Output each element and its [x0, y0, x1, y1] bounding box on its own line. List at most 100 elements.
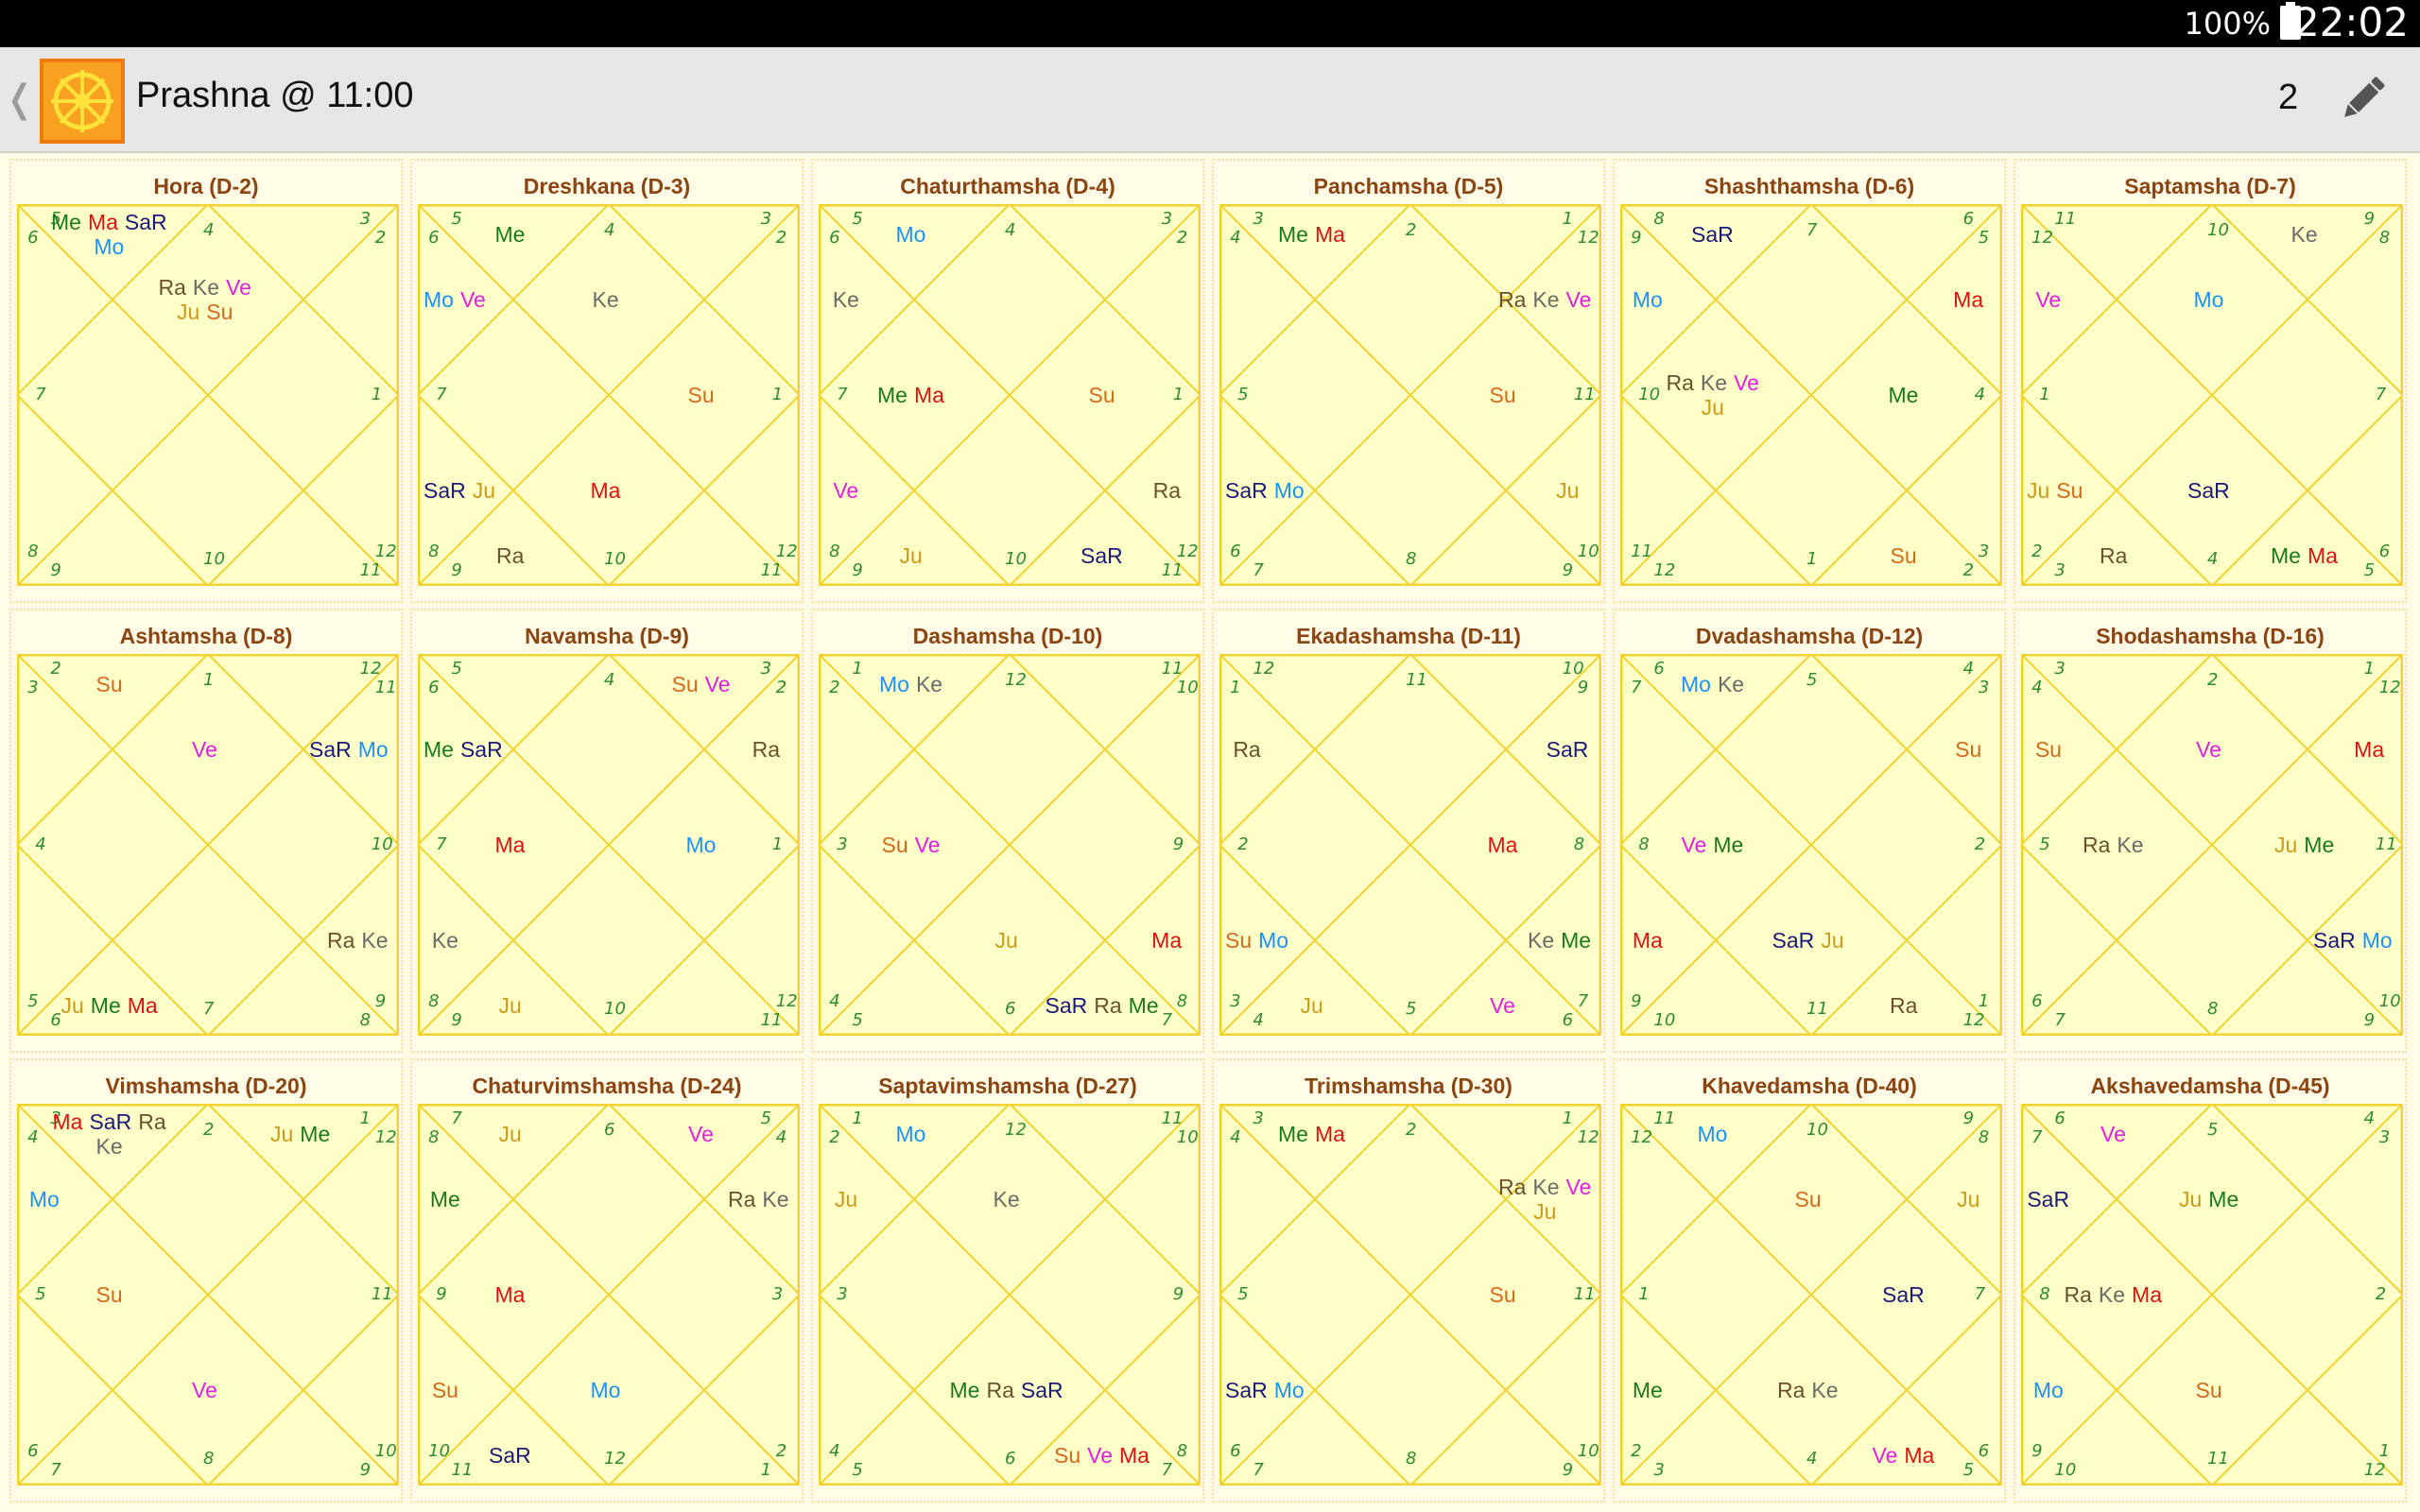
house-number: 11: [451, 1459, 474, 1480]
house-number: 2: [2375, 1284, 2387, 1304]
house-10-planets: Su: [1089, 383, 1122, 407]
planet-sar: SaR: [1772, 928, 1815, 953]
planet-ma: Ma: [127, 992, 158, 1018]
house-number: 2: [1237, 834, 1249, 854]
chart-panel[interactable]: Chaturthamsha (D-4) 5 3 4 6 2 7 1 8 10 12 9 11 Mo Ke Me…: [811, 159, 1204, 603]
house-10-planets: Ju Me: [2274, 833, 2341, 857]
house-number: 1: [852, 659, 863, 679]
planet-su: Su: [2056, 478, 2083, 503]
house-number: 12: [1653, 559, 1676, 580]
chart-panel[interactable]: Shashthamsha (D-6) 8 6 7 9 5 10 4 11 1 3 12 2 SaR Mo Ra…: [1613, 159, 2006, 603]
planet-ke: Ke: [1717, 672, 1745, 697]
planet-ju: Ju: [1701, 395, 1724, 420]
chart-title: Dashamsha (D-10): [912, 624, 1103, 648]
house-number: 8: [1406, 548, 1417, 569]
house-number: 4: [2031, 678, 2043, 698]
planet-ma: Ma: [52, 1109, 83, 1135]
chart-panel[interactable]: Hora (D-2) 5 3 4 6 2 7 1 8 10 12 9 11 Ra Ke Ve Ju Su Me Ma S…: [9, 159, 403, 603]
house-number: 8: [1978, 1127, 1990, 1148]
chart-panel[interactable]: Khavedamsha (D-40) 11 9 10 12 8 1 7 2 4 6 3 5 Su Mo Me R…: [1613, 1058, 2006, 1503]
house-number: 7: [1161, 1459, 1173, 1480]
chart-panel[interactable]: Navamsha (D-9) 5 3 4 6 2 7 1 8 10 12 9 11 Me SaR Ma Ke Ju…: [410, 609, 804, 1053]
house-number: 2: [374, 228, 387, 249]
chart-panel[interactable]: Saptavimshamsha (D-27) 1 11 12 2 10 3 9 4 6 8 5 7 Ke M…: [811, 1058, 1204, 1503]
chart-panel[interactable]: Dreshkana (D-3) 5 3 4 6 2 7 1 8 10 12 9 11 Ke Me Mo Ve Sa…: [410, 159, 804, 603]
charts-grid: Hora (D-2) 5 3 4 6 2 7 1 8 10 12 9 11 Ra Ke Ve Ju Su Me Ma S…: [9, 159, 2411, 1507]
chart-panel[interactable]: Shodashamsha (D-16) 3 1 2 4 12 5 11 6 8 10 7 9 Ve Su Ra…: [2014, 609, 2407, 1053]
planet-ke: Ke: [361, 928, 389, 953]
house-8-planets: Ve Ma: [1873, 1443, 1942, 1468]
house-number: 4: [1962, 659, 1975, 679]
planet-ve: Ve: [2100, 1122, 2126, 1147]
planet-su: Su: [1489, 1282, 1516, 1307]
house-number: 1: [2378, 1440, 2391, 1461]
pencil-icon[interactable]: [2335, 70, 2392, 127]
planet-ju: Ju: [176, 300, 200, 324]
house-10-planets: Su: [1490, 1282, 1523, 1307]
chart-panel[interactable]: Akshavedamsha (D-45) 6 4 5 7 3 8 2 9 11 1 10 12 Ju Me V…: [2014, 1058, 2407, 1503]
chart-lines: [418, 654, 800, 1036]
planet-ra: Ra: [1152, 478, 1182, 503]
planet-ke: Ke: [95, 1134, 123, 1160]
chart-panel[interactable]: Trimshamsha (D-30) 3 1 2 4 12 5 11 6 8 10 7 9 Me Ma SaR…: [1212, 1058, 1605, 1503]
house-number: 11: [1573, 385, 1596, 404]
planet-ra: Ra: [1233, 737, 1261, 762]
planet-ve: Ve: [459, 287, 486, 312]
chart-panel[interactable]: Panchamsha (D-5) 3 1 2 4 12 5 11 6 8 10 7 9 Me Ma SaR Mo…: [1212, 159, 1605, 603]
chart-panel[interactable]: Chaturvimshamsha (D-24) 7 5 6 8 4 9 3 10 12 2 11 1 Ju…: [410, 1058, 804, 1503]
chart-diagram: 1 11 12 2 10 3 9 4 6 8 5 7 Mo Ke Su Ve Ju SaR Ra Me Ma: [819, 654, 1201, 1036]
chart-panel[interactable]: Ekadashamsha (D-11) 12 10 11 1 9 2 8 3 5 7 4 6 Ra Su Mo…: [1212, 609, 1605, 1053]
house-number: 4: [2207, 548, 2219, 569]
chart-panel[interactable]: Ashtamsha (D-8) 2 12 1 3 11 4 10 5 7 9 6 8 Ve Su Ju Me Ma…: [9, 609, 403, 1053]
house-number: 4: [1253, 1009, 1264, 1030]
house-number: 8: [1573, 834, 1585, 854]
house-1-planets: Ju Me: [2179, 1187, 2245, 1211]
house-3-planets: Mo: [29, 1187, 66, 1211]
house-number: 4: [35, 834, 46, 854]
house-11-planets: Ma: [1953, 287, 1990, 312]
house-11-planets: SaR Mo: [309, 737, 395, 762]
house-5-planets: SaR Mo: [1225, 1378, 1311, 1402]
wheel-logo-icon[interactable]: [40, 59, 125, 144]
house-number: 5: [1962, 1459, 1975, 1480]
planet-ju: Ju: [1957, 1187, 1980, 1211]
house-5-planets: Su Mo: [1225, 928, 1295, 953]
house-number: 12: [1253, 659, 1275, 679]
chart-lines: [418, 1104, 800, 1486]
house-number: 8: [2039, 1284, 2050, 1304]
planet-ke: Ke: [592, 287, 619, 312]
planet-ve: Ve: [1087, 1442, 1114, 1468]
house-7-planets: Ma: [591, 478, 628, 503]
planet-ma: Ma: [1151, 928, 1183, 953]
planet-sar: SaR: [489, 1442, 531, 1468]
house-number: 6: [1562, 1009, 1574, 1030]
house-number: 6: [50, 1009, 61, 1030]
house-4-planets: Me Ma: [877, 383, 951, 407]
chart-lines: [1219, 1104, 1601, 1486]
planet-ra: Ra: [1094, 992, 1122, 1018]
chart-panel[interactable]: Dvadashamsha (D-12) 6 4 5 7 3 8 2 9 11 1 10 12 Mo Ke Ve…: [1613, 609, 2006, 1053]
chart-panel[interactable]: Vimshamsha (D-20) 3 1 2 4 12 5 11 6 8 10 7 9 Ma SaR Ra K…: [9, 1058, 403, 1503]
house-number: 6: [604, 1120, 615, 1141]
house-11-planets: Su: [1955, 737, 1988, 762]
house-number: 6: [2031, 990, 2043, 1011]
house-number: 1: [771, 834, 784, 854]
house-number: 10: [1562, 659, 1584, 679]
house-number: 5: [1237, 1284, 1249, 1304]
house-number: 1: [771, 385, 784, 404]
chevron-left-icon[interactable]: ❬: [4, 77, 36, 121]
house-11-planets: Ju: [1957, 1187, 1986, 1211]
house-number: 12: [775, 990, 798, 1011]
house-number: 3: [771, 1284, 784, 1304]
planet-ra: Ra: [2100, 542, 2128, 568]
chart-diagram: 6 4 5 7 3 8 2 9 11 1 10 12 Ju Me Ve SaR Ra Ke Ma Mo Su: [2021, 1104, 2403, 1486]
house-number: 6: [1230, 541, 1241, 561]
planet-me: Me: [1278, 1122, 1308, 1147]
house-number: 7: [1806, 220, 1818, 241]
chart-diagram: 7 5 6 8 4 9 3 10 12 2 11 1 Ju Me Ma Su SaR Mo Ra Ke Ve: [418, 1104, 800, 1486]
house-8-planets: Ve: [1490, 993, 1522, 1018]
house-11-planets: Ra Ke Ve: [1498, 287, 1598, 312]
chart-panel[interactable]: Saptamsha (D-7) 11 9 10 12 8 1 7 2 4 6 3 5 Mo Ve Ju Su Ra…: [2014, 159, 2407, 603]
chart-panel[interactable]: Dashamsha (D-10) 1 11 12 2 10 3 9 4 6 8 5 7 Mo Ke Su Ve J…: [811, 609, 1204, 1053]
house-4-planets: Ra Ke: [2083, 833, 2151, 857]
